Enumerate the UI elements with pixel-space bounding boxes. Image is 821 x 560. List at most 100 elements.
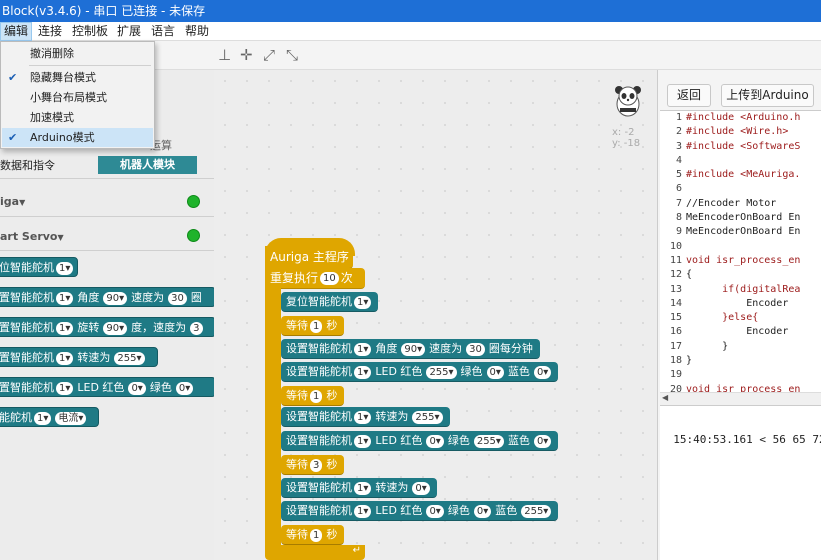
device-auriga[interactable]: iga▼: [0, 195, 25, 208]
block-label: 设置智能舵机: [286, 342, 352, 355]
line-text: void isr_process_en: [686, 254, 801, 266]
code-editor[interactable]: 1 #include <Arduino.h 2 #include <Wire.h> 3 #…: [660, 110, 821, 392]
edit-menu-item[interactable]: 撤消删除: [2, 44, 153, 63]
block-input[interactable]: 1▾: [56, 381, 74, 395]
block-input[interactable]: 1▾: [354, 295, 372, 309]
block-input[interactable]: 255▾: [426, 365, 457, 379]
wait-block[interactable]: 等待 1 秒: [281, 316, 345, 336]
category-robots[interactable]: 机器人模块: [98, 156, 197, 174]
status-dot-icon: [187, 195, 200, 208]
fit-icon[interactable]: ✛: [240, 46, 253, 64]
upload-to-arduino-button[interactable]: 上传到Arduino: [721, 84, 814, 107]
block-input[interactable]: 0▾: [128, 381, 146, 395]
block-input[interactable]: 1▾: [354, 504, 372, 518]
block-input[interactable]: 0▾: [426, 504, 444, 518]
block-input[interactable]: 0▾: [486, 365, 504, 379]
menu-boards[interactable]: 控制板: [69, 22, 111, 41]
wait-block[interactable]: 等待 1 秒: [281, 525, 345, 545]
line-text: //Encoder Motor: [686, 197, 777, 209]
block-input[interactable]: 电流▾: [55, 411, 87, 425]
block-input[interactable]: 90▾: [103, 291, 128, 305]
block-input[interactable]: 3: [310, 458, 323, 472]
block-input[interactable]: 0▾: [175, 381, 194, 395]
block-label: 设置智能舵机: [286, 481, 352, 494]
chevron-down-icon: ▼: [19, 198, 26, 207]
block-input[interactable]: 30: [168, 291, 187, 305]
edit-menu-item[interactable]: 加速模式: [2, 108, 153, 127]
servo-block[interactable]: 复位智能舵机 1▾: [281, 292, 379, 312]
category-data[interactable]: 数据和指令: [0, 157, 55, 175]
block-label: 绿色: [149, 381, 172, 394]
expand-icon[interactable]: ⤢: [263, 46, 275, 64]
edit-menu-item[interactable]: ✔ 隐藏舞台模式: [2, 68, 153, 87]
block-input[interactable]: 1▾: [354, 342, 372, 356]
block-input[interactable]: 1▾: [56, 291, 74, 305]
servo-block[interactable]: 设置智能舵机 1▾ 角度 90▾ 速度为 30 圈每分钟: [281, 339, 540, 359]
line-text: Encoder: [686, 326, 789, 338]
menu-connect[interactable]: 连接: [35, 22, 65, 41]
block-input[interactable]: 255▾: [473, 434, 504, 448]
wait-block[interactable]: 等待 1 秒: [281, 386, 345, 406]
palette-block[interactable]: 置智能舵机 1▾ LED 红色 0▾ 绿色 0▾: [0, 377, 214, 397]
servo-block[interactable]: 设置智能舵机 1▾ 转速为 0▾: [281, 478, 437, 498]
block-input[interactable]: 0▾: [533, 365, 552, 379]
main-program-hat-block[interactable]: Auriga 主程序: [265, 246, 353, 269]
block-input[interactable]: 90▾: [103, 321, 128, 335]
edit-menu-item[interactable]: 小舞台布局模式: [2, 88, 153, 107]
palette-block[interactable]: 置智能舵机 1▾ 角度 90▾ 速度为 30 圈: [0, 287, 214, 307]
menu-language[interactable]: 语言: [148, 22, 178, 41]
block-input[interactable]: 255▾: [412, 410, 443, 424]
device-smart-servo[interactable]: art Servo▼: [0, 230, 64, 243]
menu-extensions[interactable]: 扩展: [114, 22, 144, 41]
back-button[interactable]: 返回: [667, 84, 711, 107]
block-input[interactable]: 1▾: [56, 351, 74, 365]
block-label: 等待: [286, 319, 308, 332]
block-input[interactable]: 3: [190, 321, 203, 335]
block-label: 设置智能舵机: [286, 434, 352, 447]
block-input[interactable]: 1: [310, 528, 323, 542]
block-input[interactable]: 30: [466, 342, 485, 356]
block-input[interactable]: 1: [310, 389, 323, 403]
scroll-left-icon[interactable]: ◀: [662, 393, 668, 402]
loop-count[interactable]: 10: [320, 272, 339, 285]
window-title: Block(v3.4.6) - 串口 已连接 - 未保存: [2, 4, 206, 18]
block-input[interactable]: 255▾: [521, 504, 552, 518]
shrink-icon[interactable]: ⤡: [286, 46, 298, 64]
block-input[interactable]: 0▾: [412, 481, 430, 495]
palette-block[interactable]: 置智能舵机 1▾ 旋转 90▾ 度，速度为 3: [0, 317, 214, 337]
servo-block[interactable]: 设置智能舵机 1▾ 转速为 255▾: [281, 407, 450, 427]
block-label: 绿色: [447, 434, 470, 447]
block-input[interactable]: 1▾: [354, 434, 372, 448]
palette-block[interactable]: 置智能舵机 1▾ 转速为 255▾: [0, 347, 158, 367]
block-input[interactable]: 0▾: [473, 504, 492, 518]
stage-icon[interactable]: ⊥: [218, 46, 231, 64]
block-input[interactable]: 0▾: [533, 434, 552, 448]
loop-arrow-icon: ↵: [352, 545, 361, 556]
menu-edit[interactable]: 编辑: [0, 22, 33, 41]
servo-block[interactable]: 设置智能舵机 1▾ LED 红色 0▾ 绿色 255▾ 蓝色 0▾: [281, 431, 559, 451]
block-label: 位智能舵机: [0, 261, 54, 274]
block-input[interactable]: 1▾: [354, 365, 372, 379]
palette-block[interactable]: 能舵机 1▾ 电流▾: [0, 407, 99, 427]
edit-menu-item[interactable]: ✔ Arduino模式: [2, 128, 153, 147]
block-input[interactable]: 1▾: [354, 410, 372, 424]
block-input[interactable]: 1▾: [56, 321, 74, 335]
code-horizontal-scrollbar[interactable]: ◀: [660, 392, 821, 405]
block-label: 蓝色: [507, 434, 530, 447]
servo-block[interactable]: 设置智能舵机 1▾ LED 红色 0▾ 绿色 0▾ 蓝色 255▾: [281, 501, 559, 521]
block-input[interactable]: 90▾: [401, 342, 426, 356]
line-number: 17: [669, 340, 682, 352]
block-label: 等待: [286, 528, 308, 541]
servo-block[interactable]: 设置智能舵机 1▾ LED 红色 255▾ 绿色 0▾ 蓝色 0▾: [281, 362, 559, 382]
block-input[interactable]: 1: [310, 319, 323, 333]
line-number: 5: [675, 169, 682, 181]
wait-block[interactable]: 等待 3 秒: [281, 455, 345, 475]
block-input[interactable]: 0▾: [426, 434, 444, 448]
palette-block[interactable]: 位智能舵机 1▾: [0, 257, 78, 277]
menu-help[interactable]: 帮助: [182, 22, 212, 41]
block-input[interactable]: 1▾: [56, 261, 74, 275]
block-input[interactable]: 1▾: [34, 411, 52, 425]
block-input[interactable]: 1▾: [354, 481, 372, 495]
repeat-loop-block[interactable]: 重复执行 10 次: [265, 268, 365, 289]
block-input[interactable]: 255▾: [114, 351, 145, 365]
